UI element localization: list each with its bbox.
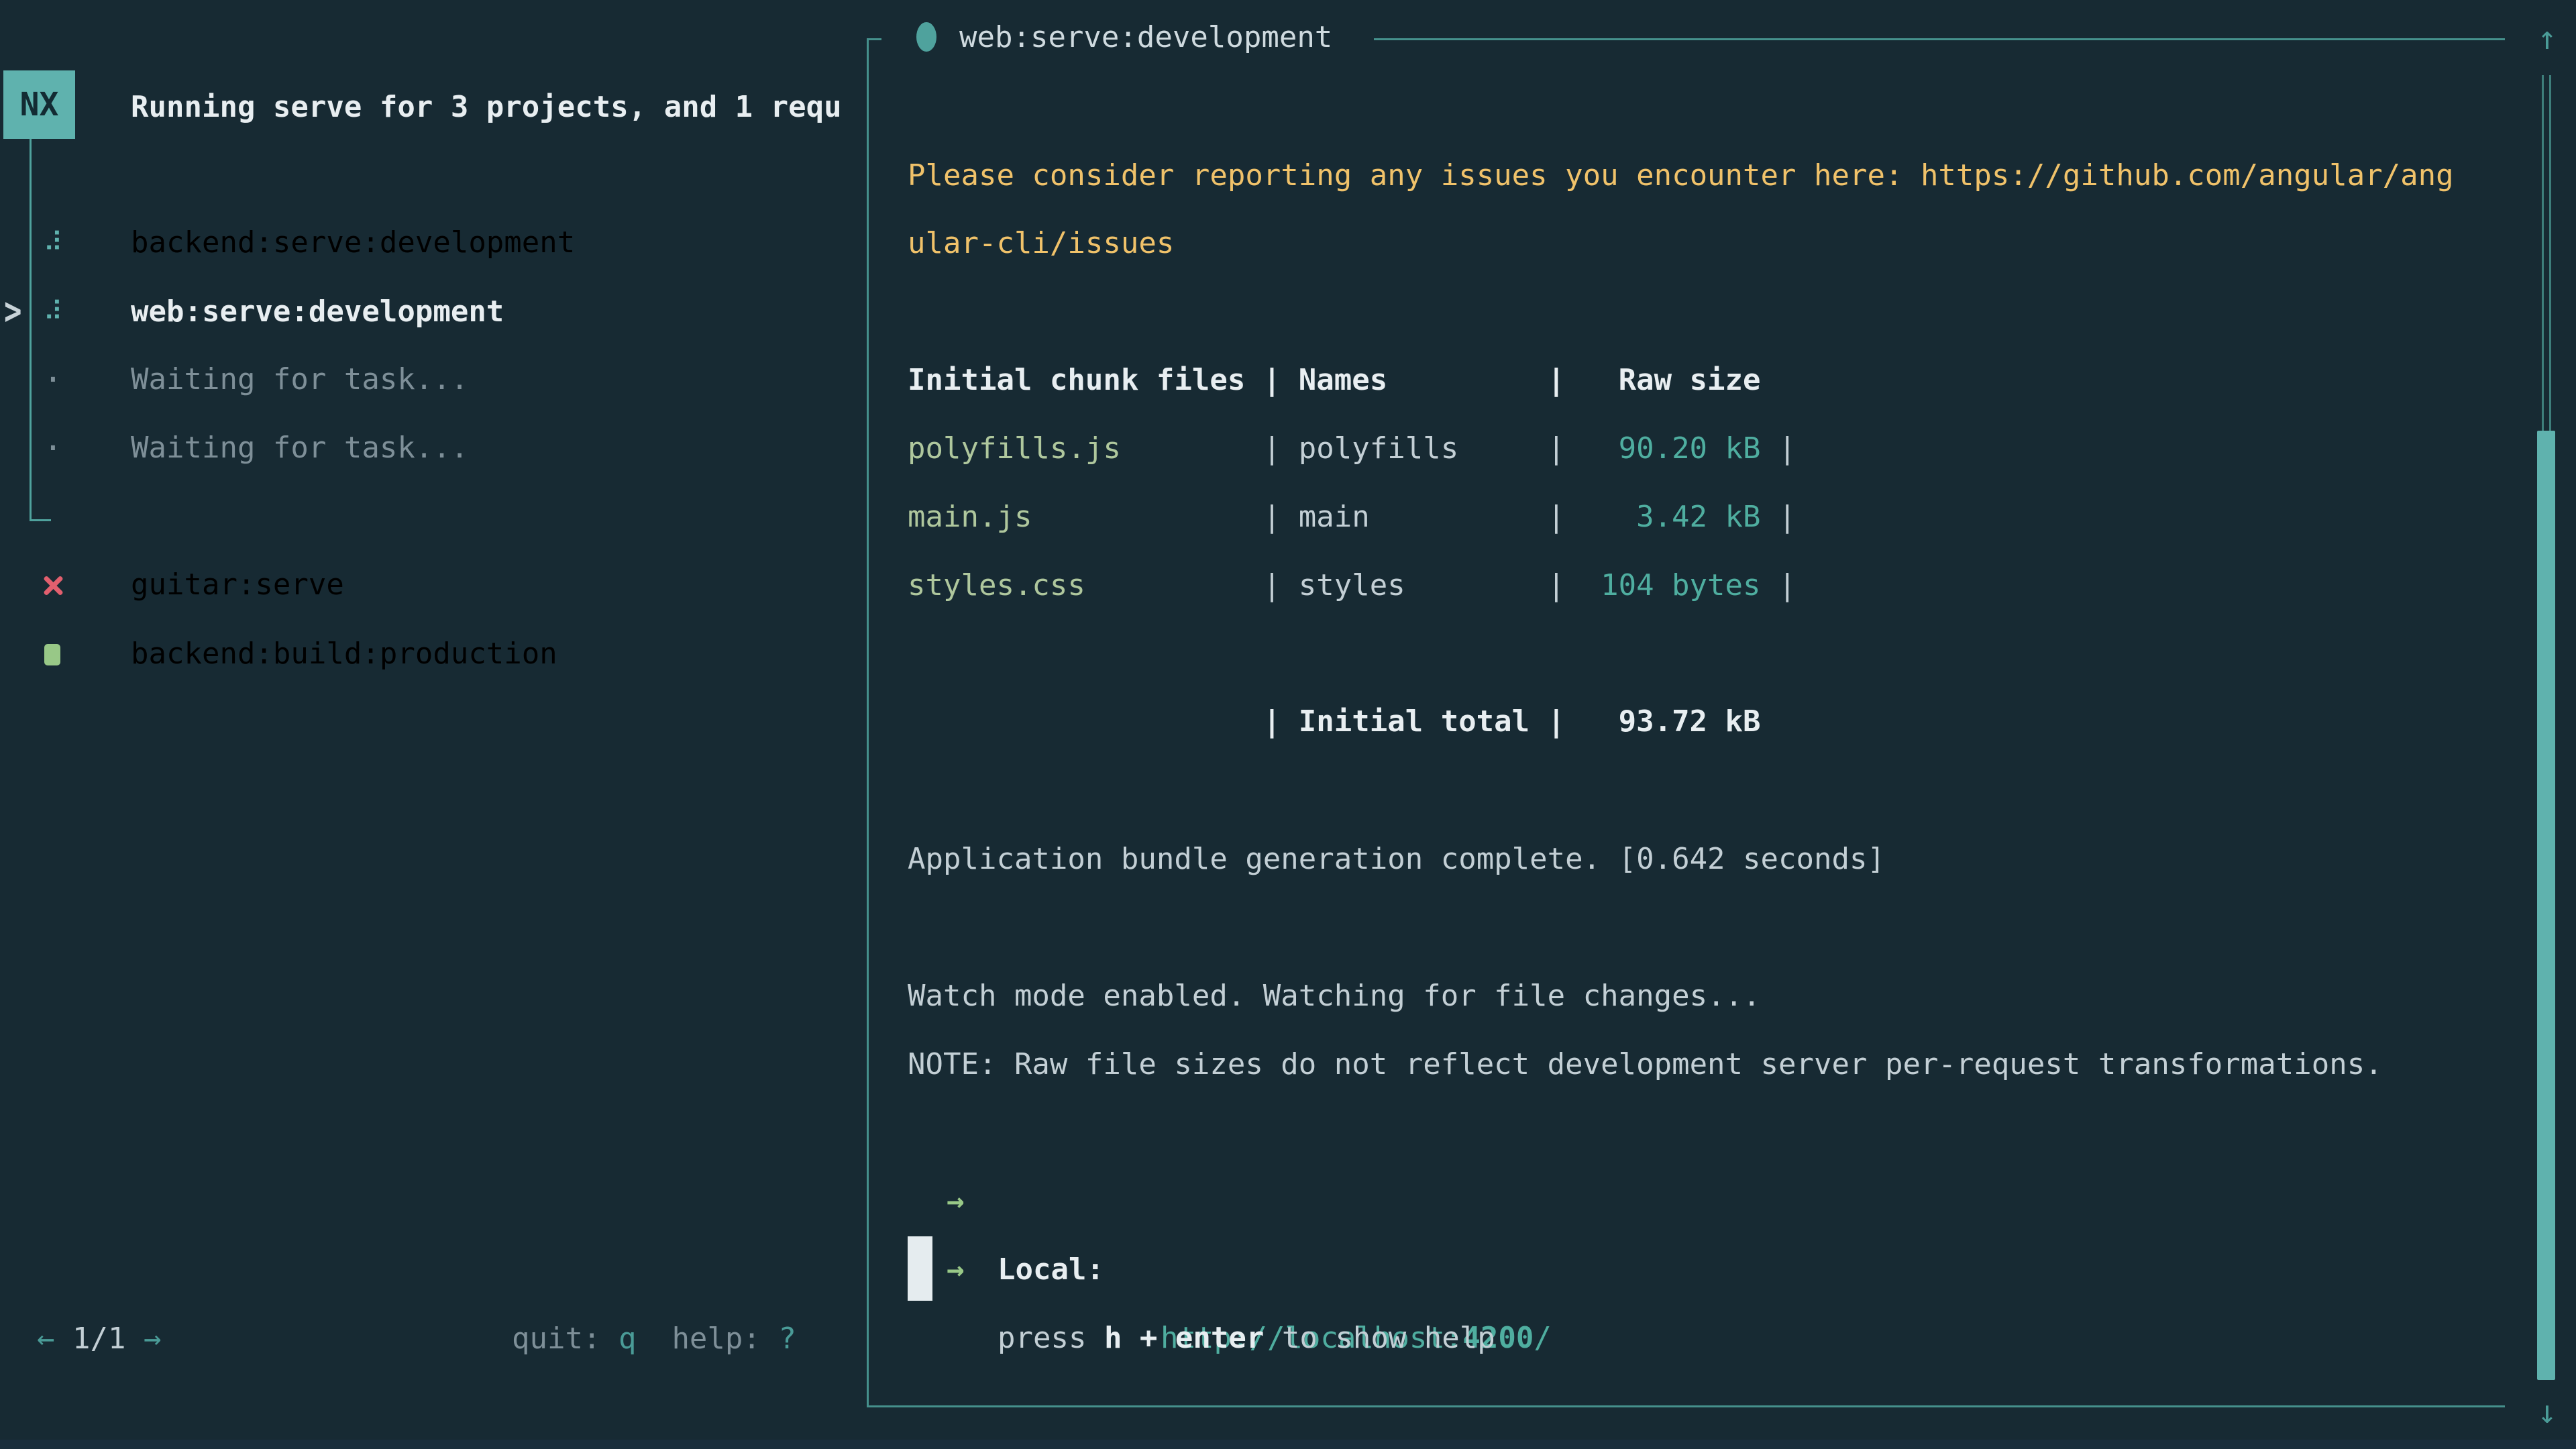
scrollbar-track[interactable] xyxy=(2542,75,2551,432)
column-divider: | xyxy=(1778,483,1796,551)
help-label: help: xyxy=(672,1322,760,1356)
chunk-size: 90.20 kB xyxy=(1583,415,1761,483)
pagination: ← 1/1 → xyxy=(37,1305,161,1373)
hint-keys: h + enter xyxy=(1104,1321,1264,1355)
column-divider: | xyxy=(1263,415,1281,483)
column-divider: | xyxy=(1548,688,1566,756)
column-divider: | xyxy=(1548,551,1566,620)
running-status-icon xyxy=(916,22,936,52)
tree-connector-foot xyxy=(30,519,51,521)
total-size: 93.72 kB xyxy=(1583,688,1761,756)
column-divider: | xyxy=(1548,483,1566,551)
panel-title-text: web:serve:development xyxy=(959,20,1332,54)
waiting-dot-icon: · xyxy=(38,414,68,482)
scroll-up-icon[interactable]: ↑ xyxy=(2526,5,2568,71)
issue-notice-line-1: Please consider reporting any issues you… xyxy=(908,142,2454,210)
page-next-icon[interactable]: → xyxy=(144,1322,162,1356)
chunk-name: styles xyxy=(1299,551,1405,620)
task-row-web-serve[interactable]: > ⠼ web:serve:development xyxy=(0,278,867,346)
hint-prefix: press xyxy=(998,1321,1104,1355)
spinner-icon: ⠼ xyxy=(38,278,68,346)
quit-label: quit: xyxy=(512,1322,600,1356)
bundle-complete-line: Application bundle generation complete. … xyxy=(908,825,1885,894)
task-row-waiting-1[interactable]: · Waiting for task... xyxy=(0,345,867,414)
task-label: guitar:serve xyxy=(131,551,344,619)
task-row-waiting-2[interactable]: · Waiting for task... xyxy=(0,414,867,482)
scroll-down-icon[interactable]: ↓ xyxy=(2526,1379,2568,1445)
watch-mode-line: Watch mode enabled. Watching for file ch… xyxy=(908,962,1761,1030)
column-divider: | xyxy=(1548,346,1566,415)
hint-suffix: to show help xyxy=(1264,1321,1495,1355)
terminal-cursor xyxy=(908,1236,932,1301)
success-icon xyxy=(44,644,60,665)
help-key: ? xyxy=(778,1322,796,1356)
bottom-edge-strip xyxy=(0,1440,2576,1449)
task-label: Waiting for task... xyxy=(131,414,468,482)
table-row: main.js | main | 3.42 kB | xyxy=(908,483,1014,551)
keyboard-shortcuts: quit: q help: ? xyxy=(512,1305,796,1373)
table-header-row: Initial chunk files | Names | Raw size xyxy=(908,346,1014,415)
selected-caret-icon: > xyxy=(4,268,31,357)
chunk-file: styles.css xyxy=(908,551,1085,620)
panel-border-bottom xyxy=(867,1405,2505,1407)
column-divider: | xyxy=(1548,415,1566,483)
chunk-size: 104 bytes xyxy=(1583,551,1761,620)
col-header-names: Names xyxy=(1299,346,1387,415)
column-divider: | xyxy=(1778,415,1796,483)
column-divider: | xyxy=(1778,551,1796,620)
spinner-icon: ⠼ xyxy=(38,209,68,277)
page-prev-icon[interactable]: ← xyxy=(37,1322,55,1356)
local-url-line: → Local: http://localhost:4200/ xyxy=(908,1099,1014,1167)
task-label: backend:build:production xyxy=(131,620,557,688)
task-label: Waiting for task... xyxy=(131,345,468,414)
nx-logo: NX xyxy=(3,70,75,139)
task-label: backend:serve:development xyxy=(131,209,575,277)
help-hint-text: press h + enter to show help xyxy=(998,1304,1495,1373)
url-suffix: / xyxy=(1534,1321,1552,1355)
page-indicator: 1/1 xyxy=(72,1322,125,1356)
column-divider: | xyxy=(1263,483,1281,551)
task-row-guitar-serve[interactable]: guitar:serve xyxy=(0,551,867,619)
col-header-files: Initial chunk files xyxy=(908,346,1245,415)
waiting-dot-icon: · xyxy=(38,345,68,414)
quit-key: q xyxy=(619,1322,637,1356)
error-icon xyxy=(42,575,63,596)
chunk-name: main xyxy=(1299,483,1370,551)
task-label-selected: web:serve:development xyxy=(131,278,504,346)
chunk-size: 3.42 kB xyxy=(1583,483,1761,551)
note-line: NOTE: Raw file sizes do not reflect deve… xyxy=(908,1030,2383,1099)
task-sidebar: NX Running serve for 3 projects, and 1 r… xyxy=(0,0,867,1449)
column-divider: | xyxy=(1263,551,1281,620)
column-divider: | xyxy=(1263,346,1281,415)
panel-border-top-stub xyxy=(867,38,881,40)
panel-border-top xyxy=(1374,38,2505,40)
total-label: Initial total xyxy=(1299,688,1529,756)
run-summary-title: Running serve for 3 projects, and 1 requ xyxy=(131,73,842,142)
table-row: polyfills.js | polyfills | 90.20 kB | xyxy=(908,415,1014,483)
table-row: styles.css | styles | 104 bytes | xyxy=(908,551,1014,620)
chunk-file: main.js xyxy=(908,483,1032,551)
chunk-file: polyfills.js xyxy=(908,415,1121,483)
task-row-backend-serve[interactable]: ⠼ backend:serve:development xyxy=(0,209,867,277)
nx-tui-screen: NX Running serve for 3 projects, and 1 r… xyxy=(0,0,2576,1449)
panel-title: web:serve:development xyxy=(899,3,1350,72)
column-divider: | xyxy=(1263,688,1281,756)
chunk-name: polyfills xyxy=(1299,415,1458,483)
task-row-backend-build[interactable]: backend:build:production xyxy=(0,620,867,688)
panel-border-left xyxy=(867,38,869,1407)
help-hint-line: → press h + enter to show help xyxy=(908,1167,1014,1236)
pointer-arrow-icon: → xyxy=(947,1236,965,1304)
col-header-raw-size: Raw size xyxy=(1583,346,1761,415)
table-total-row: | Initial total | 93.72 kB xyxy=(908,688,1014,756)
scrollbar-thumb[interactable] xyxy=(2537,431,2555,1380)
issue-notice-line-2: ular-cli/issues xyxy=(908,209,1174,278)
